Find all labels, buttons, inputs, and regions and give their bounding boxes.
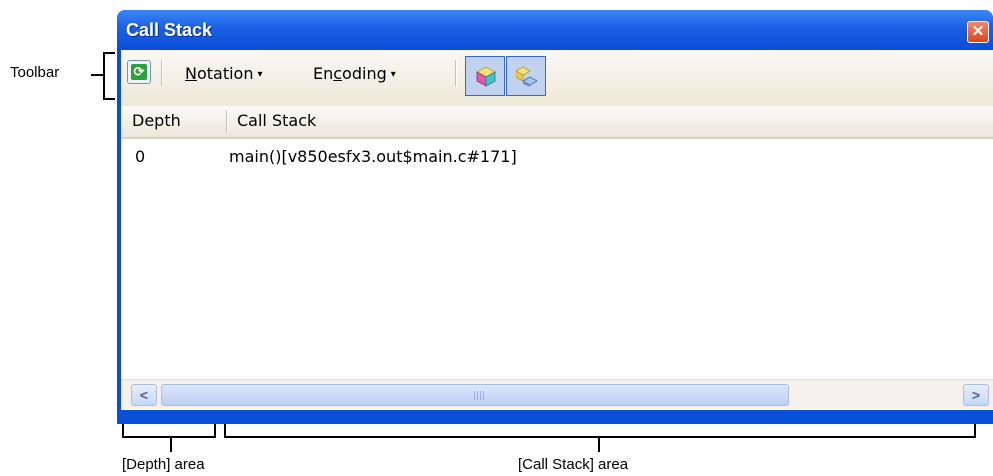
depth-area-annotation: [Depth] area bbox=[122, 456, 205, 473]
toolbar-bracket-tick bbox=[91, 74, 103, 76]
show-all-toggle-button[interactable] bbox=[465, 56, 505, 96]
depth-column-header[interactable]: Depth bbox=[132, 111, 181, 130]
callstack-area-pointer bbox=[598, 436, 600, 452]
toolbar-separator bbox=[161, 60, 163, 86]
notation-label-rest: otation bbox=[196, 64, 254, 83]
toolbar: ⟳ Notation ▾ Encoding ▾ bbox=[121, 50, 993, 107]
toolbar-annotation: Toolbar bbox=[10, 64, 60, 81]
encoding-label-pre: En bbox=[313, 64, 334, 83]
call-stack-column-header[interactable]: Call Stack bbox=[237, 111, 316, 130]
encoding-accel: c bbox=[333, 64, 343, 83]
scroll-right-button[interactable]: > bbox=[963, 384, 989, 406]
scrollbar-thumb[interactable] bbox=[161, 384, 789, 406]
notation-menu[interactable]: Notation ▾ bbox=[185, 64, 263, 83]
window-client: ⟳ Notation ▾ Encoding ▾ Depth Call Stack… bbox=[121, 50, 993, 420]
chevron-down-icon: ▾ bbox=[257, 69, 263, 80]
grip-icon bbox=[474, 391, 484, 400]
title-bar[interactable]: Call Stack ✕ bbox=[117, 10, 993, 50]
chevron-right-icon: > bbox=[971, 387, 981, 403]
depth-cell[interactable]: 0 bbox=[135, 147, 145, 166]
window-bottom-frame bbox=[121, 410, 993, 420]
callstack-area-bracket-line bbox=[224, 436, 976, 438]
refresh-icon: ⟳ bbox=[131, 64, 147, 80]
cube-arrow-icon bbox=[516, 66, 538, 87]
toolbar-bracket-vertical bbox=[103, 52, 105, 100]
toolbar-bracket-bottom bbox=[103, 98, 115, 100]
encoding-menu[interactable]: Encoding ▾ bbox=[313, 64, 396, 83]
depth-area-pointer bbox=[170, 436, 172, 452]
toolbar-separator bbox=[455, 60, 457, 86]
depth-area-bracket-line bbox=[122, 436, 216, 438]
callstack-area-annotation: [Call Stack] area bbox=[518, 456, 629, 473]
chevron-down-icon: ▾ bbox=[390, 69, 396, 80]
show-current-toggle-button[interactable] bbox=[506, 56, 546, 96]
horizontal-scrollbar[interactable]: < > bbox=[121, 379, 993, 409]
close-icon: ✕ bbox=[971, 23, 985, 40]
window-title: Call Stack bbox=[126, 20, 213, 40]
encoding-label-rest: oding bbox=[342, 64, 387, 83]
toolbar-bracket-top bbox=[103, 52, 115, 54]
refresh-button[interactable]: ⟳ bbox=[127, 60, 151, 84]
close-button[interactable]: ✕ bbox=[967, 21, 989, 43]
scroll-left-button[interactable]: < bbox=[131, 384, 157, 406]
call-stack-window: Call Stack ✕ ⟳ Notation ▾ Encoding ▾ Dep… bbox=[117, 10, 993, 424]
multi-cube-icon bbox=[476, 66, 496, 87]
callstack-area-bracket-right bbox=[974, 424, 976, 438]
notation-accel: N bbox=[185, 64, 197, 83]
call-stack-cell[interactable]: main()[v850esfx3.out$main.c#171] bbox=[229, 147, 517, 166]
chevron-left-icon: < bbox=[139, 387, 149, 403]
column-header: Depth Call Stack bbox=[121, 106, 993, 139]
column-divider[interactable] bbox=[226, 110, 228, 133]
depth-area-bracket-right bbox=[214, 424, 216, 438]
